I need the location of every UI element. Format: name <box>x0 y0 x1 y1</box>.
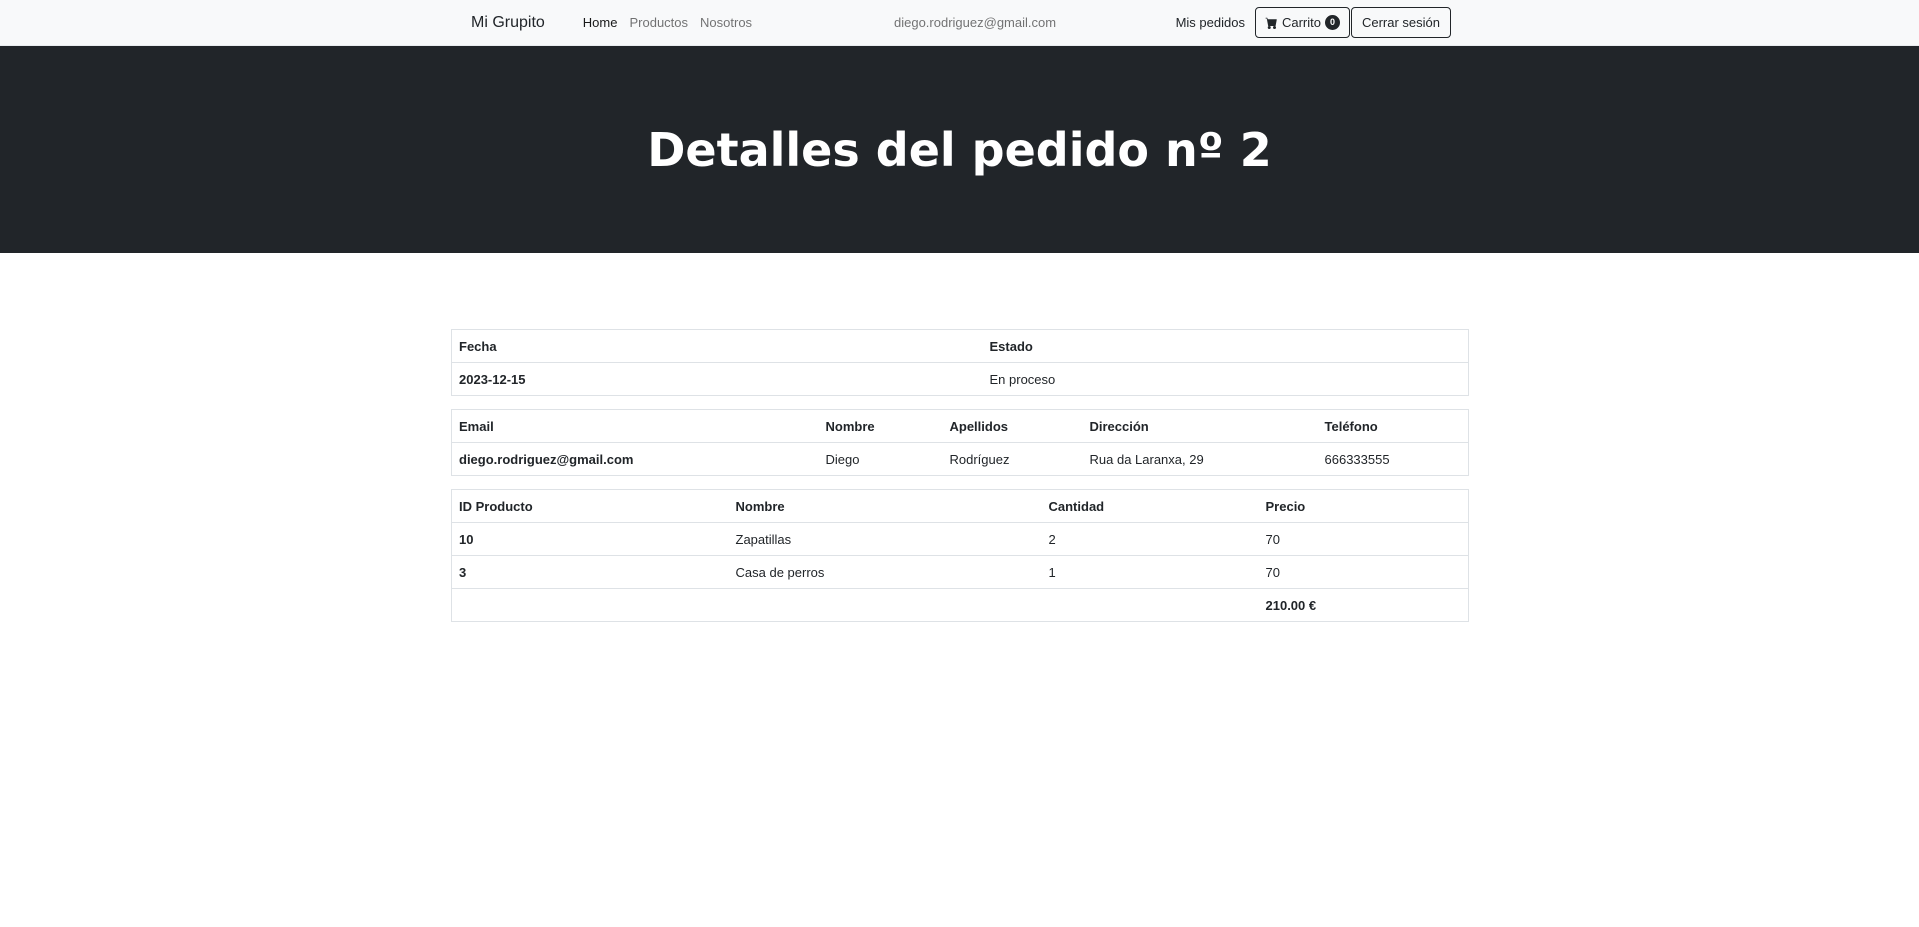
cart-label: Carrito <box>1281 15 1321 30</box>
product-price: 70 <box>1258 555 1469 589</box>
column-header: Cantidad <box>1041 489 1259 523</box>
empty-cell <box>728 588 1042 622</box>
column-header: Apellidos <box>942 409 1083 443</box>
product-name: Zapatillas <box>728 522 1042 556</box>
table-header-row: Fecha Estado <box>451 329 1469 363</box>
customer-name: Diego <box>818 442 943 476</box>
product-id: 10 <box>451 522 729 556</box>
order-total: 210.00 € <box>1258 588 1469 622</box>
customer-email: diego.rodriguez@gmail.com <box>451 442 819 476</box>
column-header: Estado <box>982 329 1469 363</box>
order-details: Fecha Estado 2023-12-15 En proceso Email… <box>451 329 1469 635</box>
column-header: Fecha <box>451 329 983 363</box>
customer-address: Rua da Laranxa, 29 <box>1082 442 1318 476</box>
column-header: Precio <box>1258 489 1469 523</box>
navbar: Mi Grupito Home Productos Nosotros diego… <box>0 0 1919 46</box>
product-name: Casa de perros <box>728 555 1042 589</box>
nav-right: Mis pedidos Carrito 0 Cerrar sesión <box>1176 7 1451 38</box>
customer-surname: Rodríguez <box>942 442 1083 476</box>
order-info-table: Fecha Estado 2023-12-15 En proceso <box>451 329 1469 396</box>
navbar-container: Mi Grupito Home Productos Nosotros diego… <box>451 0 1451 45</box>
column-header: Nombre <box>818 409 943 443</box>
product-price: 70 <box>1258 522 1469 556</box>
logout-button[interactable]: Cerrar sesión <box>1350 7 1451 38</box>
table-row: 3 Casa de perros 1 70 <box>451 555 1469 589</box>
table-header-row: Email Nombre Apellidos Dirección Teléfon… <box>451 409 1469 443</box>
product-quantity: 1 <box>1041 555 1259 589</box>
empty-cell <box>451 588 729 622</box>
products-table: ID Producto Nombre Cantidad Precio 10 Za… <box>451 489 1469 622</box>
table-row: 2023-12-15 En proceso <box>451 362 1469 396</box>
column-header: Dirección <box>1082 409 1318 443</box>
table-row: 10 Zapatillas 2 70 <box>451 522 1469 556</box>
hero-banner: Detalles del pedido nº 2 <box>0 46 1919 253</box>
order-date: 2023-12-15 <box>451 362 983 396</box>
nav-link-home[interactable]: Home <box>583 15 618 30</box>
cart-icon <box>1265 17 1277 29</box>
page-title: Detalles del pedido nº 2 <box>647 122 1272 177</box>
product-id: 3 <box>451 555 729 589</box>
column-header: Teléfono <box>1317 409 1469 443</box>
column-header: Nombre <box>728 489 1042 523</box>
product-quantity: 2 <box>1041 522 1259 556</box>
nav-links: Home Productos Nosotros <box>583 15 764 30</box>
my-orders-link[interactable]: Mis pedidos <box>1176 15 1245 30</box>
user-email: diego.rodriguez@gmail.com <box>894 15 1057 30</box>
order-status: En proceso <box>982 362 1469 396</box>
nav-link-productos[interactable]: Productos <box>629 15 688 30</box>
table-row: diego.rodriguez@gmail.com Diego Rodrígue… <box>451 442 1469 476</box>
customer-phone: 666333555 <box>1317 442 1469 476</box>
empty-cell <box>1041 588 1259 622</box>
column-header: Email <box>451 409 819 443</box>
cart-button[interactable]: Carrito 0 <box>1254 7 1350 38</box>
table-header-row: ID Producto Nombre Cantidad Precio <box>451 489 1469 523</box>
customer-info-table: Email Nombre Apellidos Dirección Teléfon… <box>451 409 1469 476</box>
brand-link[interactable]: Mi Grupito <box>471 14 545 32</box>
nav-link-nosotros[interactable]: Nosotros <box>700 15 752 30</box>
cart-count-badge: 0 <box>1324 15 1340 30</box>
column-header: ID Producto <box>451 489 729 523</box>
total-row: 210.00 € <box>451 588 1469 622</box>
